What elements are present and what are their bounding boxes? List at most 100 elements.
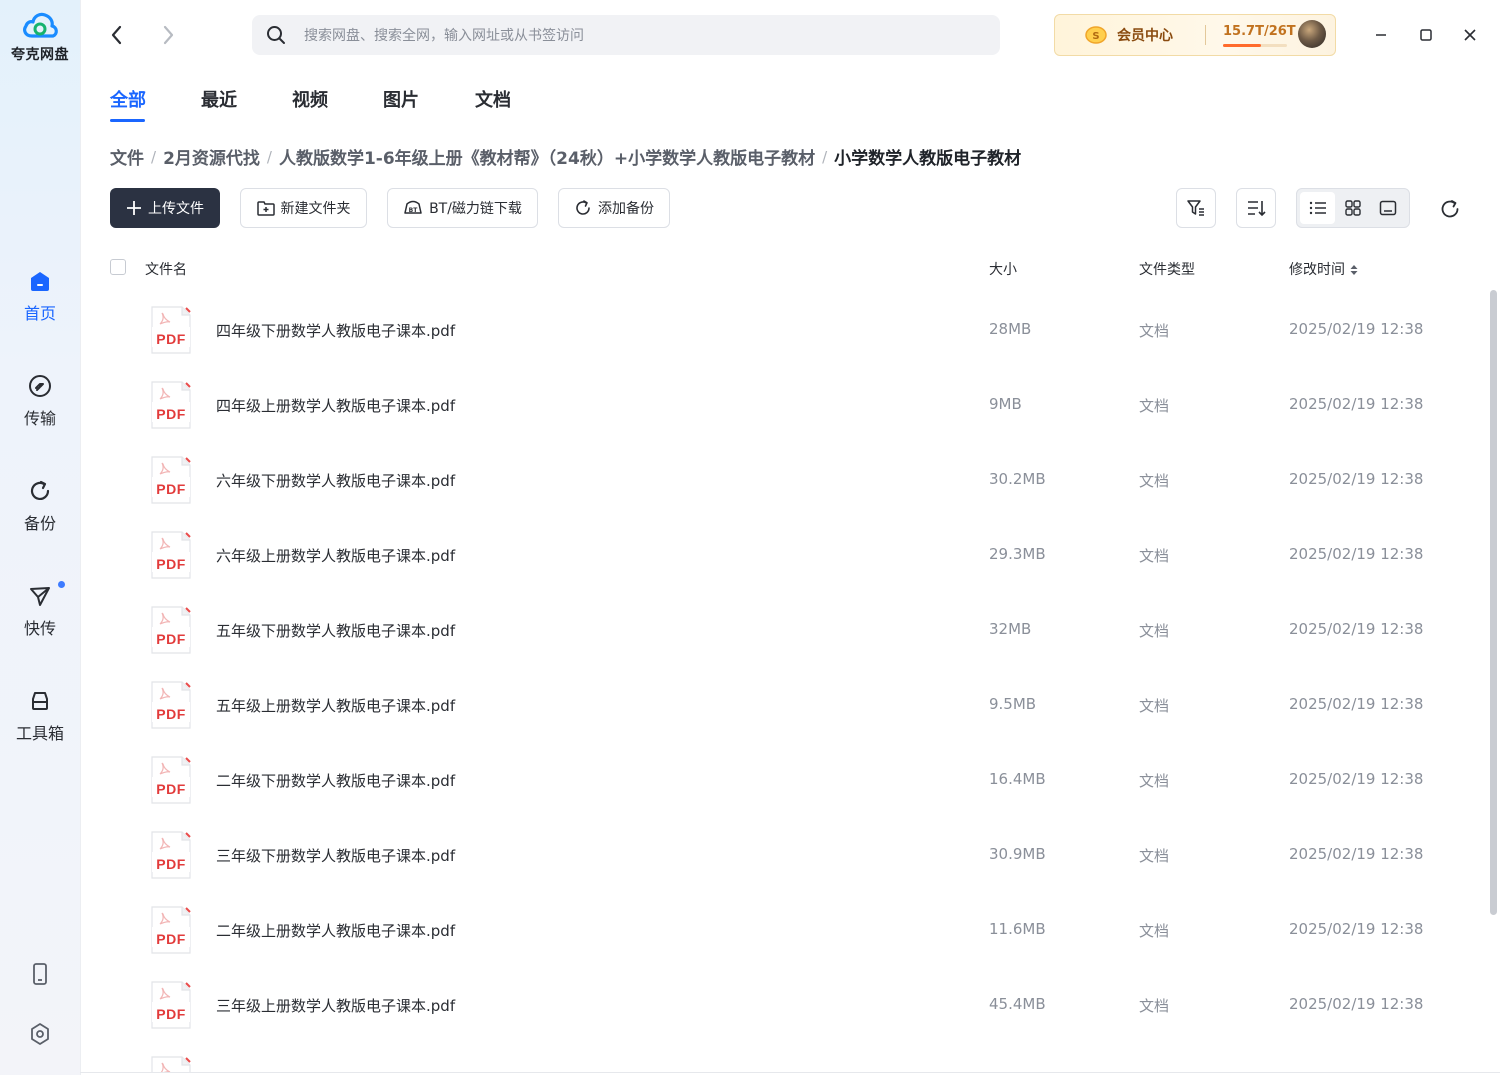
file-type: 文档 [1139,547,1170,565]
pdf-icon-label: PDF [156,1006,186,1022]
tab-all[interactable]: 全部 [110,86,146,112]
list-view-icon [1309,201,1326,215]
tab-image[interactable]: 图片 [383,86,419,112]
table-row[interactable]: PDF 二年级下册数学人教版电子课本.pdf 16.4MB 文档 2025/02/19 … [0,742,1490,817]
select-all-checkbox[interactable] [110,259,126,275]
table-row[interactable]: PDF 六年级上册数学人教版电子课本.pdf 29.3MB 文档 2025/02/19 … [0,517,1490,592]
search-icon [267,26,285,44]
file-type: 文档 [1139,997,1170,1015]
search-input[interactable] [302,15,986,57]
breadcrumb: 文件 / 2月资源代找 / 人教版数学1-6年级上册《教材帮》（24秋）+小学数… [110,144,1022,170]
pdf-file-icon: PDF [150,905,192,955]
scrollbar[interactable] [1490,290,1497,915]
breadcrumb-item[interactable]: 人教版数学1-6年级上册《教材帮》（24秋）+小学数学人教版电子教材 [279,144,815,169]
pdf-icon-label: PDF [156,781,186,797]
breadcrumb-separator: / [822,147,828,166]
tab-document[interactable]: 文档 [475,86,511,112]
upload-file-button[interactable]: 上传文件 [110,188,220,228]
minimize-icon [1376,34,1386,36]
refresh-icon [1441,200,1459,218]
file-name: 四年级下册数学人教版电子课本.pdf [216,322,456,340]
file-name: 六年级下册数学人教版电子课本.pdf [216,472,456,490]
minimize-button[interactable] [1366,20,1396,50]
avatar[interactable] [1298,20,1326,48]
storage-progress-bar [1223,44,1287,47]
column-header-name[interactable]: 文件名 [145,259,187,279]
file-name: 四年级上册数学人教版电子课本.pdf [216,397,456,415]
table-row[interactable]: PDF 三年级上册数学人教版电子课本.pdf 45.4MB 文档 2025/02/19 … [0,967,1490,1042]
grid-view-button[interactable] [1335,192,1370,224]
divider [1205,25,1206,45]
preview-view-icon [1380,200,1397,216]
table-row[interactable]: PDF 四年级下册数学人教版电子课本.pdf 28MB 文档 2025/02/19 12… [0,292,1490,367]
vip-center-button[interactable]: S 会员中心 15.7T/26T [1054,14,1336,56]
bt-download-button[interactable]: BT BT/磁力链下载 [387,188,538,228]
pdf-file-icon [150,1055,192,1072]
refresh-button[interactable] [1436,195,1464,223]
file-modified-time: 2025/02/19 12:38 [1289,395,1424,413]
file-size: 45.4MB [989,995,1046,1013]
pdf-file-icon: PDF [150,830,192,880]
file-modified-time: 2025/02/19 12:38 [1289,995,1424,1013]
list-view-button[interactable] [1300,192,1336,224]
table-row[interactable]: PDF 六年级下册数学人教版电子课本.pdf 30.2MB 文档 2025/02/19 … [0,442,1490,517]
table-row[interactable]: PDF 五年级下册数学人教版电子课本.pdf 32MB 文档 2025/02/19 12… [0,592,1490,667]
pdf-icon-label: PDF [156,631,186,647]
new-folder-label: 新建文件夹 [280,201,351,217]
new-folder-icon [256,200,275,216]
file-size: 29.3MB [989,545,1046,563]
close-icon [1464,29,1476,41]
table-row[interactable] [0,1042,1490,1072]
breadcrumb-item[interactable]: 文件 [110,144,144,169]
file-name: 三年级上册数学人教版电子课本.pdf [216,997,456,1015]
column-header-modified[interactable]: 修改时间 [1289,259,1359,279]
active-tab-indicator [110,119,145,122]
breadcrumb-separator: / [266,147,272,166]
app-logo[interactable]: 夸克网盘 [0,10,80,64]
plus-icon [126,200,142,216]
svg-text:BT: BT [409,207,419,214]
pdf-icon-label: PDF [156,706,186,722]
file-modified-time: 2025/02/19 12:38 [1289,920,1424,938]
column-header-type[interactable]: 文件类型 [1139,259,1195,279]
tab-video[interactable]: 视频 [292,86,328,112]
file-type: 文档 [1139,322,1170,340]
filter-button[interactable] [1176,188,1216,228]
storage-quota: 15.7T/26T [1223,24,1296,39]
sort-button[interactable] [1236,188,1276,228]
breadcrumb-separator: / [151,147,157,166]
column-header-size[interactable]: 大小 [989,259,1017,279]
file-size: 9MB [989,395,1022,413]
storage-progress-fill [1223,44,1262,47]
file-size: 28MB [989,320,1032,338]
breadcrumb-item[interactable]: 2月资源代找 [163,144,260,169]
forward-button[interactable] [155,22,181,48]
search-bar [252,15,1000,57]
new-folder-button[interactable]: 新建文件夹 [240,188,367,228]
tab-recent[interactable]: 最近 [201,86,237,112]
preview-view-button[interactable] [1371,192,1406,224]
close-button[interactable] [1455,20,1485,50]
file-size: 32MB [989,620,1032,638]
pdf-icon-label: PDF [156,856,186,872]
maximize-button[interactable] [1411,20,1441,50]
pdf-file-icon: PDF [150,605,192,655]
sort-toggle-icon [1350,265,1358,275]
add-backup-button[interactable]: 添加备份 [558,188,670,228]
file-type: 文档 [1139,622,1170,640]
table-row[interactable]: PDF 二年级上册数学人教版电子课本.pdf 11.6MB 文档 2025/02/19 … [0,892,1490,967]
file-type: 文档 [1139,397,1170,415]
table-row[interactable]: PDF 四年级上册数学人教版电子课本.pdf 9MB 文档 2025/02/19 12:… [0,367,1490,442]
file-modified-time: 2025/02/19 12:38 [1289,545,1424,563]
back-button[interactable] [104,22,130,48]
pdf-icon-label: PDF [156,931,186,947]
file-modified-time: 2025/02/19 12:38 [1289,470,1424,488]
pdf-icon-label: PDF [156,481,186,497]
pdf-icon-label: PDF [156,331,186,347]
bt-icon: BT [403,200,423,216]
breadcrumb-current: 小学数学人教版电子教材 [834,149,1022,169]
table-row[interactable]: PDF 三年级下册数学人教版电子课本.pdf 30.9MB 文档 2025/02/19 … [0,817,1490,892]
pdf-file-icon: PDF [150,755,192,805]
file-size: 11.6MB [989,920,1046,938]
table-row[interactable]: PDF 五年级上册数学人教版电子课本.pdf 9.5MB 文档 2025/02/19 1… [0,667,1490,742]
